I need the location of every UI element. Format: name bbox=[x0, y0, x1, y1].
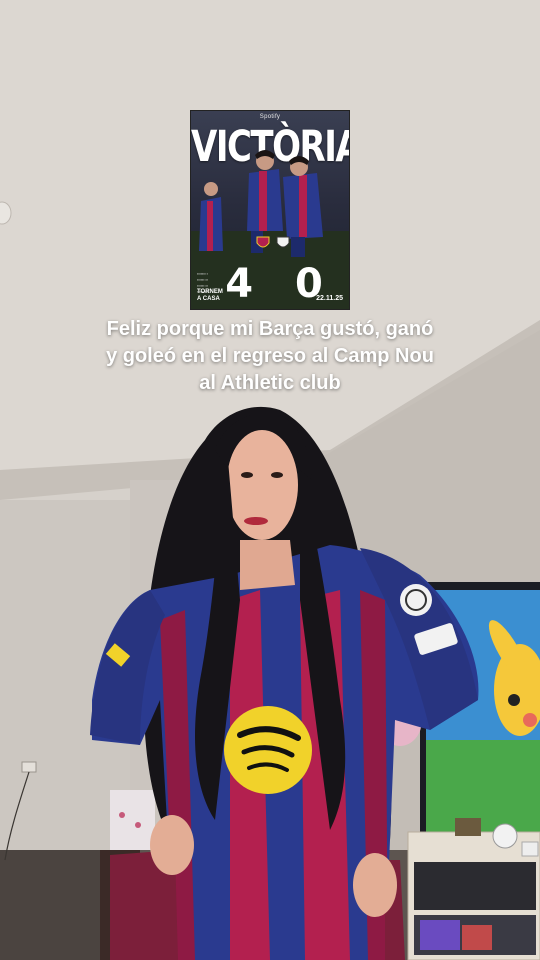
caption-line-1: Feliz porque mi Barça gustó, ganó bbox=[106, 318, 434, 340]
caption-line-3: al Athletic club bbox=[199, 372, 341, 394]
caption-line-2: y goleó en el regreso al Camp Nou bbox=[106, 345, 434, 367]
match-date: 22.11.25 bbox=[316, 295, 343, 302]
match-poster: Spotify VICTÒRIA ▪▪▪▪▪▪▪ ▪ ▪▪▪▪▪▪ ▪▪ ▪▪▪… bbox=[190, 110, 350, 310]
home-text: TORNEM A CASA bbox=[197, 289, 223, 302]
video-caption: Feliz porque mi Barça gustó, ganó y gole… bbox=[20, 316, 520, 397]
video-frame: Spotify VICTÒRIA ▪▪▪▪▪▪▪ ▪ ▪▪▪▪▪▪ ▪▪ ▪▪▪… bbox=[0, 0, 540, 960]
